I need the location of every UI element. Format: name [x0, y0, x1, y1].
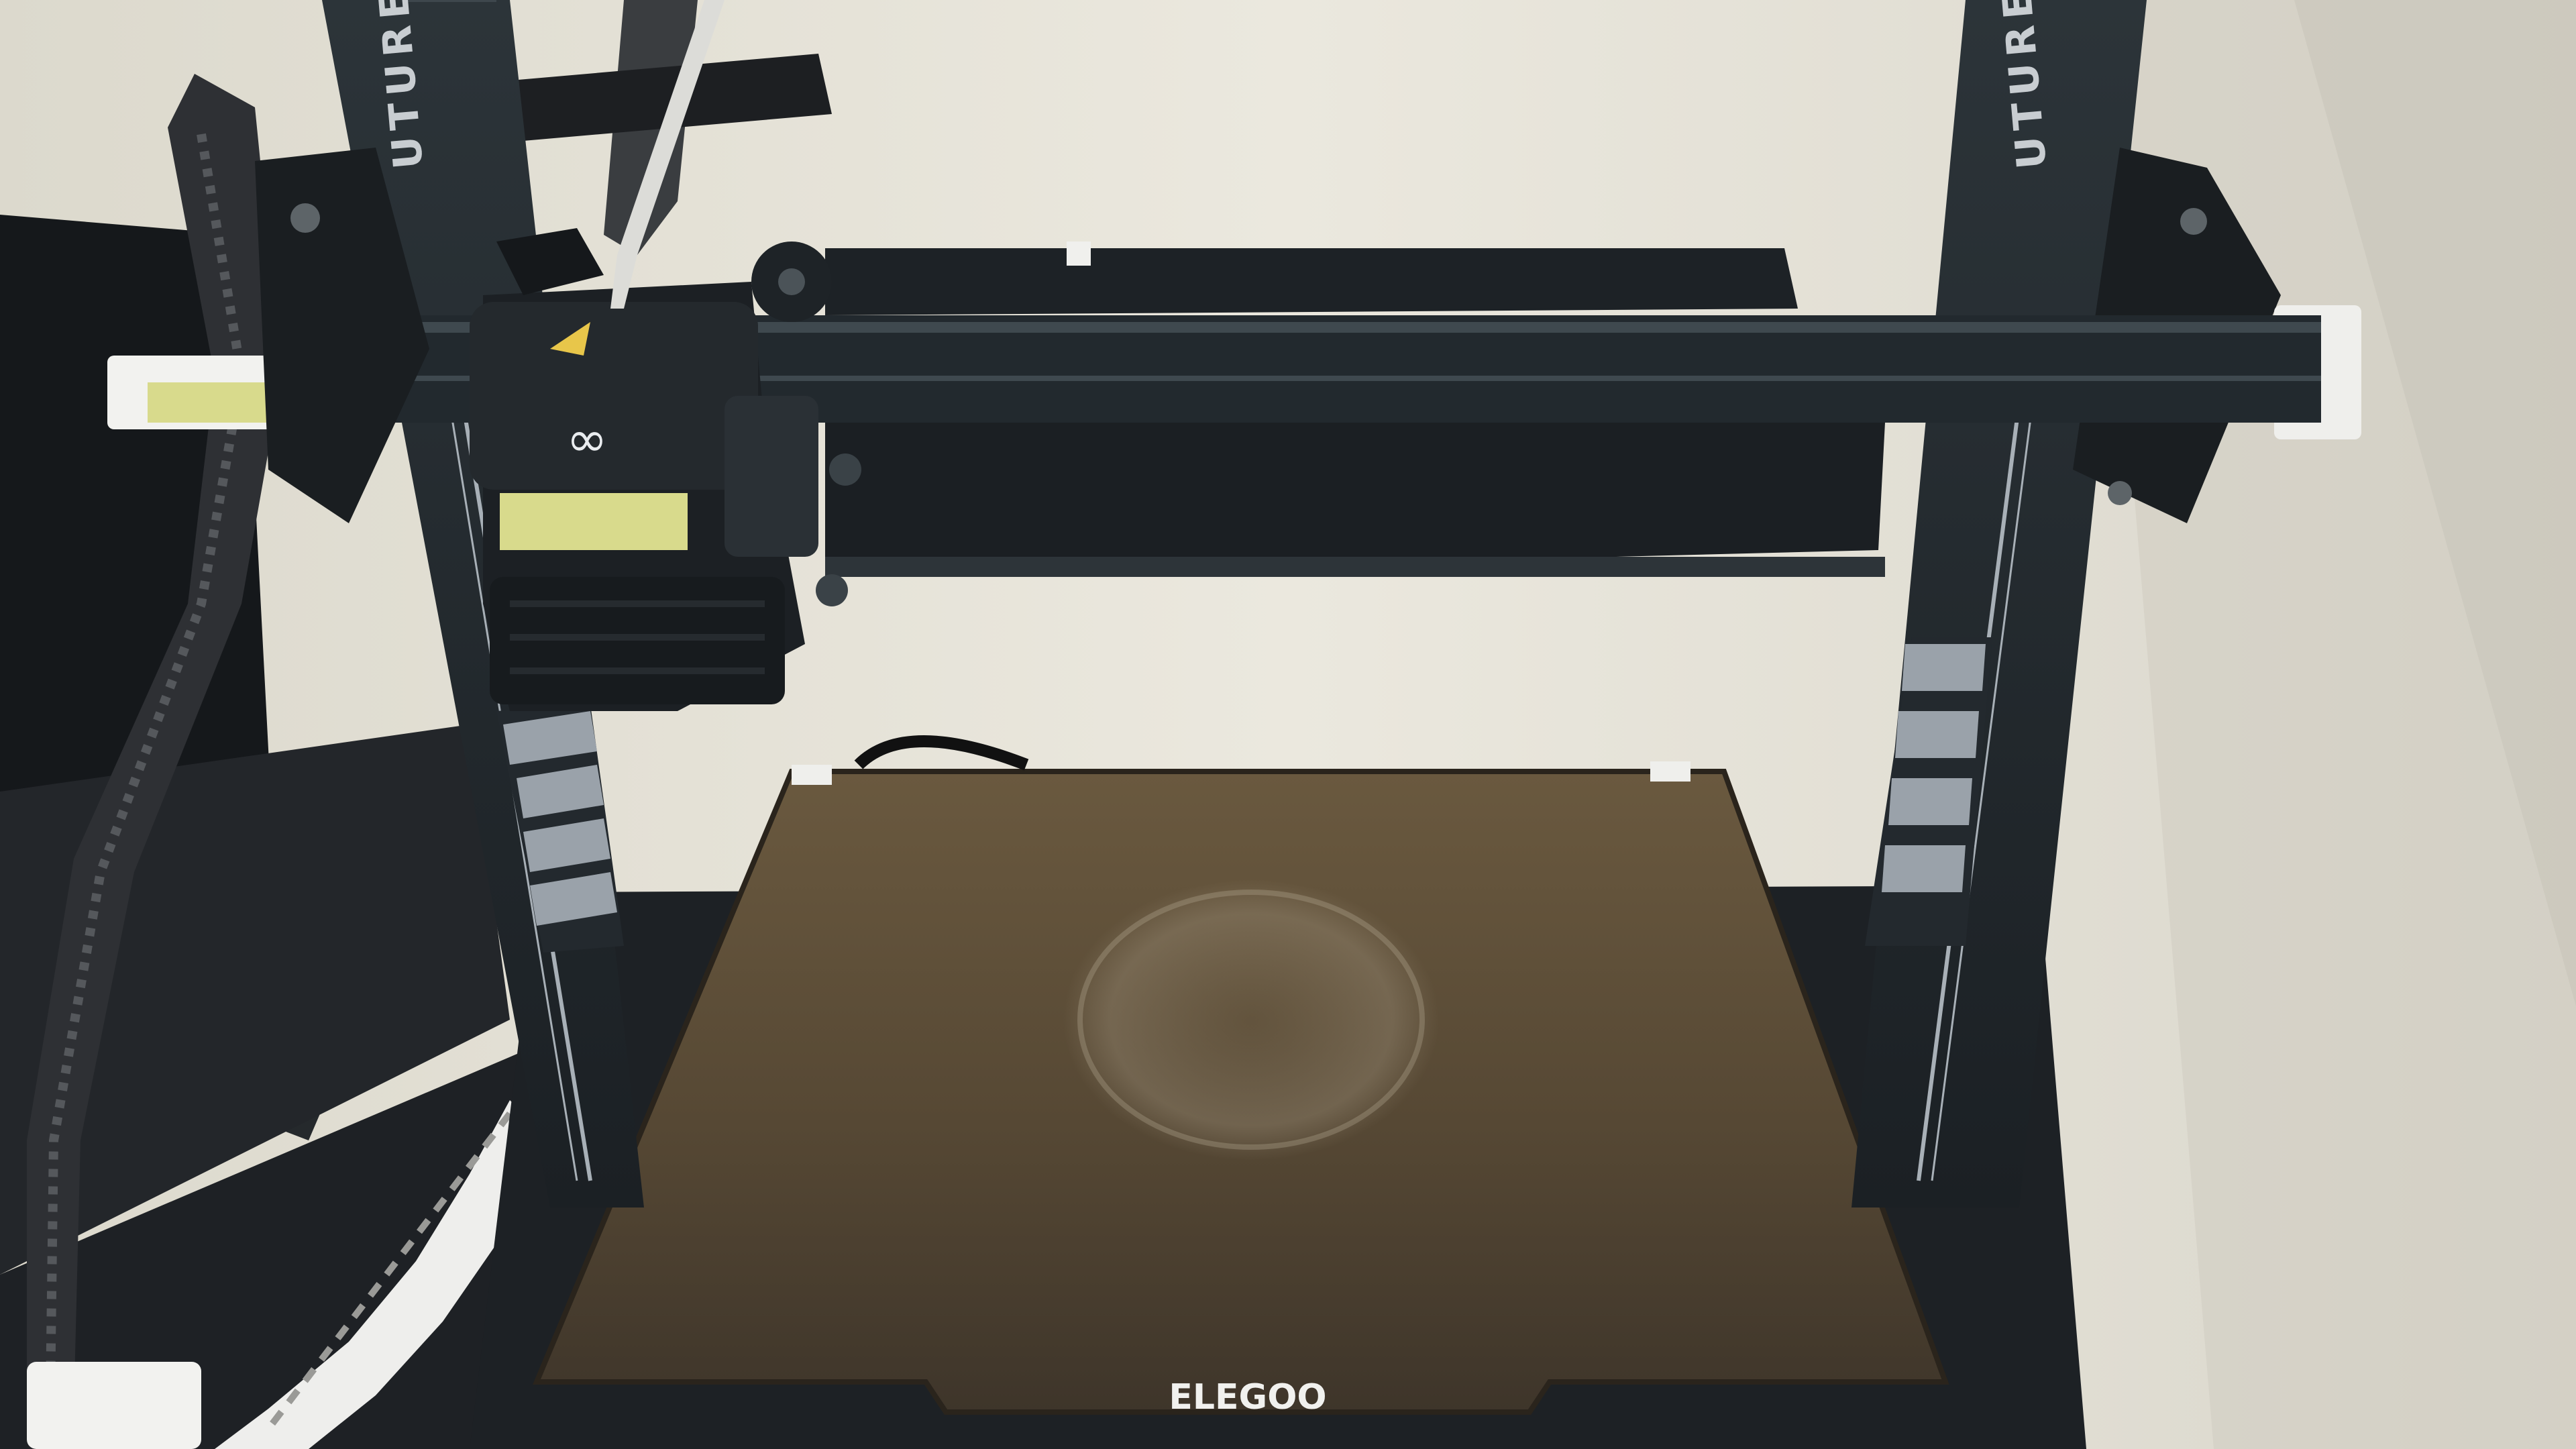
bed-clip-right [1650, 761, 1690, 782]
bracket-screw-icon-2 [2108, 481, 2132, 505]
bed-smudge [1063, 879, 1439, 1161]
label-tape-head [500, 493, 688, 550]
bracket-screw-icon [2180, 208, 2207, 235]
photo-canvas: ELEGOO UTURE UTURE ∞ [0, 0, 2576, 1449]
head-fan [724, 396, 818, 557]
gantry-wheel-icon-2 [816, 574, 848, 606]
cable-tie [1067, 241, 1091, 266]
print-head-logo-icon: ∞ [566, 411, 608, 468]
left-bracket-screw-icon [290, 203, 320, 233]
bed-brand-text: ELEGOO [1169, 1377, 1326, 1417]
cable-clip-white [27, 1362, 201, 1449]
bed-clip-left [792, 765, 832, 785]
idler-wheel-hub [778, 268, 805, 295]
printer-photo: ELEGOO UTURE UTURE ∞ [0, 0, 2576, 1449]
gantry-wheel-icon [829, 453, 861, 486]
